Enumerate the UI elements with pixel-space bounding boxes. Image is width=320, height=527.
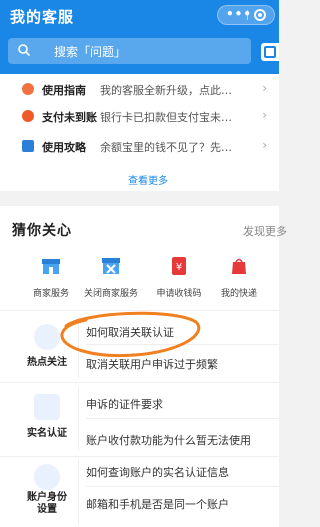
chevron-right-icon: › xyxy=(262,138,267,152)
payment-icon xyxy=(22,110,34,122)
chevron-right-icon: › xyxy=(262,108,267,122)
search-bar[interactable]: 搜索「问题」 xyxy=(8,38,251,64)
search-icon xyxy=(18,44,30,56)
service-close-store[interactable]: 关闭商家服务 xyxy=(76,256,146,302)
chevron-right-icon: › xyxy=(262,81,267,95)
service-package[interactable]: 我的快递 xyxy=(204,256,274,302)
svg-text:¥: ¥ xyxy=(176,262,182,273)
faq-question[interactable]: 如何取消关联认证 xyxy=(86,324,174,340)
view-more-link[interactable]: 查看更多 xyxy=(128,172,168,187)
id-card-icon xyxy=(34,394,60,420)
faq-category: 账户身份设置 xyxy=(27,492,67,515)
faq-category: 热点关注 xyxy=(27,357,67,368)
header-bar: 我的客服 ••• 搜索「问题」 xyxy=(0,0,279,78)
faq-question[interactable]: 账户收付款功能为什么暂无法使用 xyxy=(86,432,251,448)
page-title: 我的客服 xyxy=(10,8,75,26)
faq-section: 实名认证 申诉的证件要求 账户收付款功能为什么暂无法使用 xyxy=(0,382,279,456)
guide-item-label: 使用指南 xyxy=(42,84,86,97)
side-float-button[interactable] xyxy=(261,43,279,61)
close-miniapp-icon[interactable] xyxy=(254,9,266,21)
hot-topic-icon xyxy=(34,324,60,350)
capsule-divider xyxy=(247,10,248,20)
guide-item-desc: 余额宝里的钱不见了？先… xyxy=(100,141,232,154)
faq-category: 实名认证 xyxy=(27,428,67,439)
divider xyxy=(86,344,279,345)
close-store-icon xyxy=(102,258,120,274)
care-card: 猜你关心 发现更多 商家服务 关闭商家服务 ¥ 申请收钱码 我的快递 热点关注 … xyxy=(0,206,287,527)
divider xyxy=(86,486,279,487)
guide-item-label: 支付未到账 xyxy=(42,111,97,124)
faq-section: 热点关注 如何取消关联认证 取消关联用户申诉过于频繁 xyxy=(0,310,279,382)
discover-more-link[interactable]: 发现更多 xyxy=(243,223,287,239)
service-label: 我的快递 xyxy=(220,289,257,299)
store-icon xyxy=(42,259,60,274)
guide-card: 使用指南 我的客服全新升级，点此… › 支付未到账 银行卡已扣款但支付宝未… ›… xyxy=(0,74,279,191)
section-title: 猜你关心 xyxy=(12,223,72,239)
package-icon xyxy=(232,258,246,274)
faq-question[interactable]: 申诉的证件要求 xyxy=(86,396,163,412)
vertical-divider xyxy=(78,388,79,450)
document-icon xyxy=(22,140,34,152)
guide-item-label: 使用攻略 xyxy=(42,141,86,154)
faq-question[interactable]: 取消关联用户申诉过于频繁 xyxy=(86,356,218,372)
service-label: 关闭商家服务 xyxy=(83,289,138,299)
divider xyxy=(86,418,279,419)
qr-code-icon: ¥ xyxy=(172,257,186,275)
vertical-divider xyxy=(78,460,79,524)
guide-icon xyxy=(22,83,34,95)
menu-capsule[interactable]: ••• xyxy=(217,5,275,25)
vertical-divider xyxy=(78,318,79,378)
guide-item[interactable]: 使用指南 我的客服全新升级，点此… › xyxy=(18,80,273,100)
guide-item[interactable]: 支付未到账 银行卡已扣款但支付宝未… › xyxy=(18,107,273,127)
guide-item-desc: 我的客服全新升级，点此… xyxy=(100,84,232,97)
faq-question[interactable]: 邮箱和手机是否是同一个账户 xyxy=(86,496,229,512)
guide-item[interactable]: 使用攻略 余额宝里的钱不见了？先… › xyxy=(18,137,273,157)
more-menu-icon[interactable]: ••• xyxy=(226,7,252,21)
account-identity-icon xyxy=(34,464,60,490)
faq-question[interactable]: 如何查询账户的实名认证信息 xyxy=(86,464,229,480)
guide-item-desc: 银行卡已扣款但支付宝未… xyxy=(100,111,232,124)
faq-section: 账户身份设置 如何查询账户的实名认证信息 邮箱和手机是否是同一个账户 xyxy=(0,456,279,527)
feedback-icon xyxy=(264,46,276,58)
search-placeholder: 搜索「问题」 xyxy=(54,45,127,59)
